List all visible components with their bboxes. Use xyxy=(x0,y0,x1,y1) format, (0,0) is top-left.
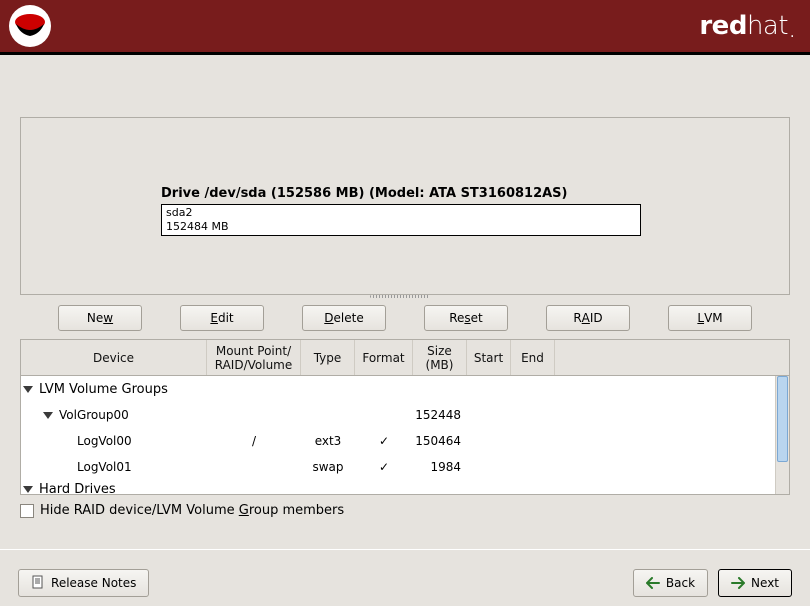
footer: Release Notes Back Next xyxy=(0,560,810,606)
table-row[interactable]: VolGroup00 152448 xyxy=(21,402,775,428)
footer-separator xyxy=(0,549,810,550)
hide-raid-label: Hide RAID device/LVM Volume Group member… xyxy=(40,503,344,518)
arrow-right-icon xyxy=(731,577,745,589)
partition-table: Device Mount Point/ RAID/Volume Type For… xyxy=(20,339,790,495)
lvm-button[interactable]: LVM xyxy=(668,305,752,331)
col-format[interactable]: Format xyxy=(355,340,413,375)
edit-button[interactable]: Edit xyxy=(180,305,264,331)
table-row[interactable]: Hard Drives xyxy=(21,480,775,494)
chevron-down-icon[interactable] xyxy=(23,486,33,493)
checkmark-icon: ✓ xyxy=(355,460,413,474)
logo xyxy=(8,4,52,48)
chevron-down-icon[interactable] xyxy=(43,412,53,419)
release-notes-button[interactable]: Release Notes xyxy=(18,569,149,597)
drive-panel: Drive /dev/sda (152586 MB) (Model: ATA S… xyxy=(20,117,790,295)
col-mount[interactable]: Mount Point/ RAID/Volume xyxy=(207,340,301,375)
new-button[interactable]: New xyxy=(58,305,142,331)
table-row[interactable]: LogVol01 swap ✓ 1984 xyxy=(21,454,775,480)
delete-button[interactable]: Delete xyxy=(302,305,386,331)
notes-icon xyxy=(31,575,45,592)
col-type[interactable]: Type xyxy=(301,340,355,375)
table-header: Device Mount Point/ RAID/Volume Type For… xyxy=(21,340,789,376)
checkmark-icon: ✓ xyxy=(355,434,413,448)
header-bar: redhat. xyxy=(0,0,810,52)
scroll-thumb[interactable] xyxy=(777,376,788,462)
drive-title: Drive /dev/sda (152586 MB) (Model: ATA S… xyxy=(161,186,568,201)
table-row[interactable]: LogVol00 / ext3 ✓ 150464 xyxy=(21,428,775,454)
hide-raid-checkbox-row[interactable]: Hide RAID device/LVM Volume Group member… xyxy=(20,503,344,518)
table-row[interactable]: LVM Volume Groups xyxy=(21,376,775,402)
checkbox[interactable] xyxy=(20,504,34,518)
brand-text: redhat. xyxy=(699,11,794,41)
chevron-down-icon[interactable] xyxy=(23,386,33,393)
table-body: LVM Volume Groups VolGroup00 152448 LogV… xyxy=(21,376,775,494)
col-end[interactable]: End xyxy=(511,340,555,375)
vertical-scrollbar[interactable] xyxy=(775,376,789,494)
reset-button[interactable]: Reset xyxy=(424,305,508,331)
back-button[interactable]: Back xyxy=(633,569,708,597)
arrow-left-icon xyxy=(646,577,660,589)
redhat-icon xyxy=(8,4,52,48)
pane-splitter[interactable] xyxy=(370,295,430,301)
next-button[interactable]: Next xyxy=(718,569,792,597)
col-size[interactable]: Size (MB) xyxy=(413,340,467,375)
partition-name: sda2 xyxy=(166,206,636,220)
partition-box[interactable]: sda2 152484 MB xyxy=(161,204,641,236)
main-content: Drive /dev/sda (152586 MB) (Model: ATA S… xyxy=(0,55,810,606)
col-device[interactable]: Device xyxy=(21,340,207,375)
col-start[interactable]: Start xyxy=(467,340,511,375)
partition-size: 152484 MB xyxy=(166,220,636,234)
toolbar: New Edit Delete Reset RAID LVM xyxy=(20,305,790,331)
raid-button[interactable]: RAID xyxy=(546,305,630,331)
